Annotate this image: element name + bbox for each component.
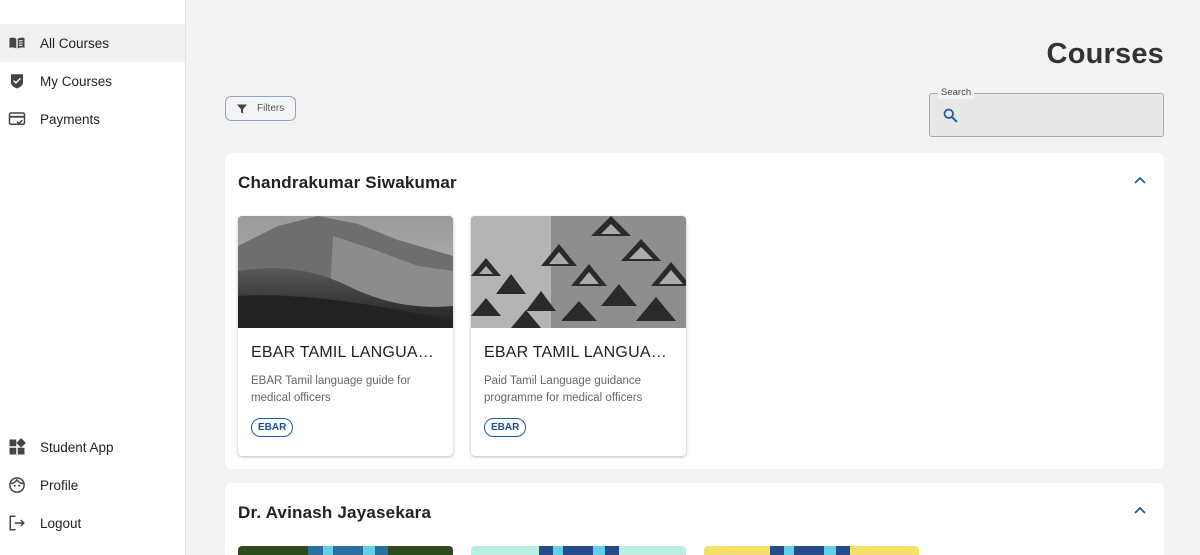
instructor-section: Dr. Avinash Jayasekara [225,483,1164,555]
sidebar-item-label: Payments [40,111,101,127]
search-field[interactable]: Search [929,87,1164,137]
course-description: EBAR Tamil language guide for medical of… [251,375,411,404]
course-title: EBAR TAMIL LANGUAGE GUIDANCE PROGRAMME [484,344,674,361]
course-tag: EBAR [251,418,294,437]
face-icon [9,477,25,493]
sidebar-item-label: Logout [40,515,82,531]
shield-check-icon [11,74,23,89]
course-thumbnail-mint[interactable] [471,546,686,555]
instructor-section: Chandrakumar Siwakumar EBAR TAMIL LANGUA… [225,153,1164,469]
sidebar-item-label: Profile [40,477,79,493]
sidebar-item-logout[interactable]: Logout [0,504,185,542]
sidebar-item-profile[interactable]: Profile [0,466,185,504]
chevron-up-icon[interactable] [1134,506,1146,514]
sidebar: All Courses My Courses Payments Student … [0,0,186,555]
sidebar-item-label: All Courses [40,35,110,51]
dashboard-icon [9,438,26,455]
search-icon [943,108,958,123]
filter-icon [237,104,247,114]
instructor-name: Dr. Avinash Jayasekara [238,503,432,522]
sidebar-item-my-courses[interactable]: My Courses [0,62,185,100]
course-tag: EBAR [484,418,527,437]
course-card[interactable]: EBAR TAMIL LANGUAGE GUIDANCE PROGRAMME P… [471,216,686,456]
course-thumbnail-yellow[interactable] [704,546,919,555]
sidebar-item-student-app[interactable]: Student App [0,428,185,466]
card-check-icon [8,112,26,125]
search-label: Search [938,87,975,99]
filters-button[interactable]: Filters [225,96,296,121]
course-card[interactable]: EBAR TAMIL LANGUAGE GUIDE EBAR Tamil lan… [238,216,453,456]
course-thumbnail-green[interactable] [238,546,453,555]
pine-cone-photo [471,216,686,328]
instructor-name: Chandrakumar Siwakumar [238,173,457,192]
chevron-up-icon[interactable] [1134,176,1146,184]
sidebar-item-all-courses[interactable]: All Courses [0,24,185,62]
book-open-icon [9,37,25,49]
course-description: Paid Tamil Language guidance programme f… [484,375,643,404]
page-title: Courses [1046,38,1164,70]
search-input[interactable] [968,102,1153,128]
sidebar-item-payments[interactable]: Payments [0,100,185,138]
logout-icon [9,515,25,531]
filters-label: Filters [257,103,285,114]
mountain-landscape-photo [238,216,453,328]
course-title: EBAR TAMIL LANGUAGE GUIDE [251,344,441,361]
sidebar-item-label: My Courses [40,73,113,89]
sidebar-item-label: Student App [40,439,114,455]
